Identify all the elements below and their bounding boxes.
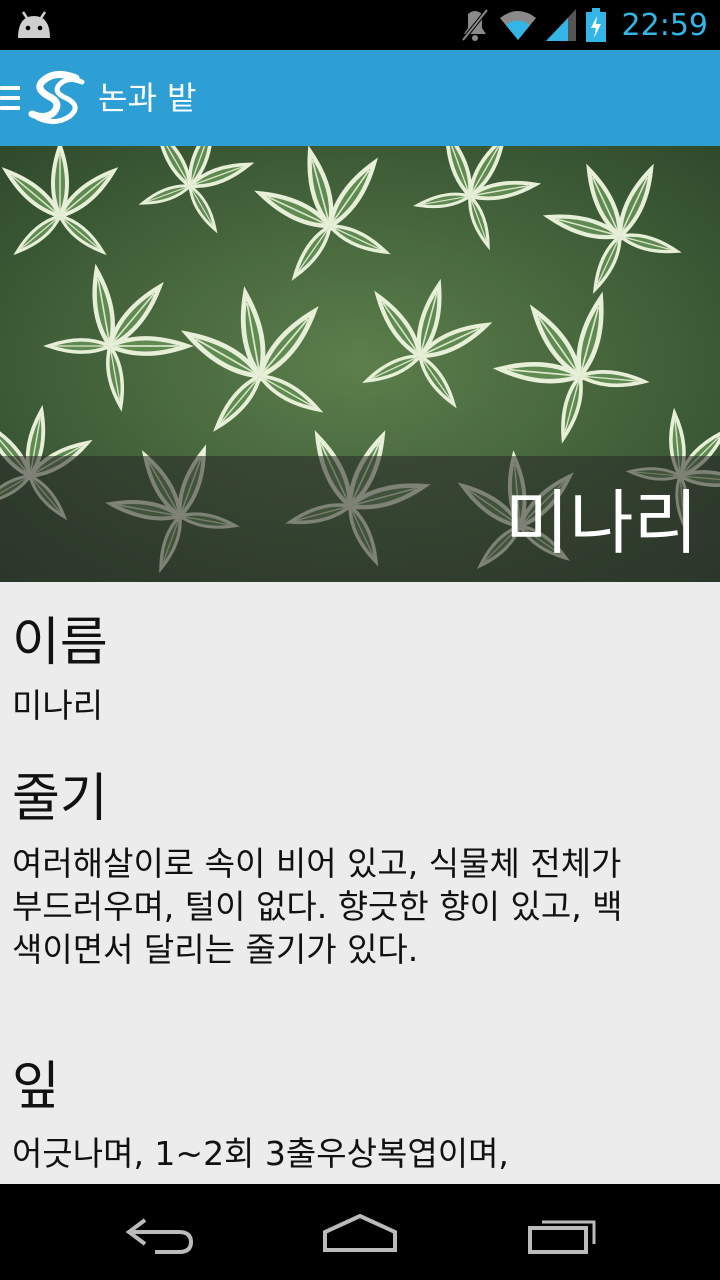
section-heading-name: 이름 [12, 613, 108, 673]
mute-icon [460, 8, 489, 42]
home-icon[interactable] [315, 1204, 405, 1260]
back-icon[interactable] [115, 1204, 205, 1260]
signal-icon [545, 9, 576, 41]
section-heading-leaf: 잎 [12, 1057, 60, 1117]
menu-icon[interactable] [0, 86, 20, 112]
action-bar: 논과 밭 [0, 50, 720, 146]
section-body-leaf: 어긋나며, 1~2회 3출우상복엽이며, [12, 1134, 509, 1173]
app-logo[interactable] [26, 68, 88, 128]
recent-apps-icon[interactable] [518, 1204, 608, 1260]
section-body-name: 미나리 [12, 686, 104, 725]
plant-name-title: 미나리 [504, 482, 698, 564]
wifi-icon [499, 11, 536, 40]
plant-details[interactable]: 이름 미나리 줄기 여러해살이로 속이 비어 있고, 식물체 전체가 부드러우며… [0, 582, 720, 1184]
section-body-stem: 여러해살이로 속이 비어 있고, 식물체 전체가 부드러우며, 털이 없다. 향… [12, 844, 623, 969]
status-clock: 22:59 [621, 7, 708, 43]
hero-image: 미나리 [0, 146, 720, 582]
navigation-bar [0, 1184, 720, 1280]
section-heading-stem: 줄기 [12, 769, 108, 829]
battery-charging-icon [585, 8, 606, 42]
android-icon [18, 11, 50, 38]
app-title: 논과 밭 [98, 79, 197, 117]
status-bar: 22:59 [0, 0, 720, 50]
